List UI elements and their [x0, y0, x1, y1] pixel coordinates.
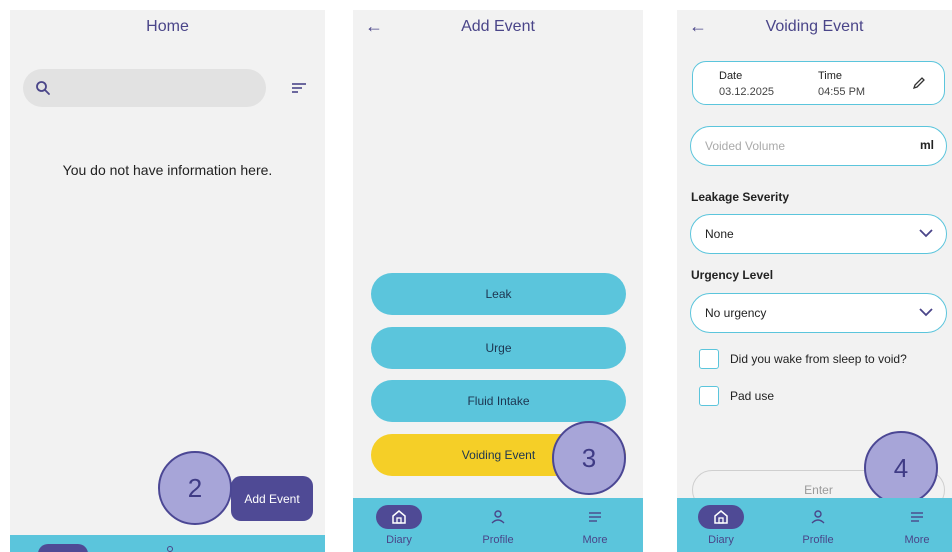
- chevron-down-icon: [919, 308, 933, 317]
- time-label: Time: [818, 70, 843, 82]
- time-value: 04:55 PM: [818, 86, 866, 98]
- menu-icon: [572, 505, 618, 529]
- add-event-button[interactable]: Add Event: [231, 476, 313, 521]
- profile-icon: [475, 505, 521, 529]
- profile-icon: [795, 505, 841, 529]
- date-time-card[interactable]: Date 03.12.2025 Time 04:55 PM: [692, 61, 945, 105]
- home-icon: [376, 505, 422, 529]
- nav-profile-label: Profile: [802, 534, 834, 546]
- bottom-nav: Diary Profile More: [677, 498, 952, 552]
- nav-diary-home-icon[interactable]: [38, 544, 88, 552]
- step-callout-3: 3: [552, 421, 626, 495]
- nav-profile[interactable]: Profile: [468, 498, 528, 552]
- leakage-severity-select[interactable]: None: [690, 214, 947, 254]
- nav-profile[interactable]: Profile: [788, 498, 848, 552]
- menu-icon: [894, 505, 940, 529]
- urgency-level-select[interactable]: No urgency: [690, 293, 947, 333]
- nav-more-label: More: [904, 534, 930, 546]
- chevron-down-icon: [919, 229, 933, 238]
- nav-profile-icon[interactable]: [167, 546, 173, 552]
- filter-icon[interactable]: [291, 82, 307, 94]
- leakage-severity-label: Leakage Severity: [691, 190, 790, 204]
- voiding-event-screen: ← Voiding Event Date 03.12.2025 Time 04:…: [677, 10, 952, 552]
- add-event-screen: ← Add Event Leak Urge Fluid Intake Voidi…: [353, 10, 643, 552]
- pad-use-checkbox-row[interactable]: Pad use: [699, 386, 774, 406]
- bottom-nav: Diary Profile More: [353, 498, 643, 552]
- wake-from-sleep-checkbox-row[interactable]: Did you wake from sleep to void?: [699, 349, 907, 369]
- fluid-intake-button[interactable]: Fluid Intake: [371, 380, 626, 422]
- leak-button[interactable]: Leak: [371, 273, 626, 315]
- empty-state-message: You do not have information here.: [62, 162, 273, 178]
- urge-button[interactable]: Urge: [371, 327, 626, 369]
- edit-icon[interactable]: [912, 76, 926, 90]
- date-value: 03.12.2025: [719, 86, 775, 98]
- nav-diary-label: Diary: [386, 534, 412, 546]
- step-callout-2: 2: [158, 451, 232, 525]
- nav-more[interactable]: More: [887, 498, 947, 552]
- voided-volume-input[interactable]: Voided Volume ml: [690, 126, 947, 166]
- nav-diary-label: Diary: [708, 534, 734, 546]
- leakage-severity-value: None: [705, 227, 734, 241]
- search-icon: [36, 81, 50, 95]
- nav-profile-label: Profile: [482, 534, 514, 546]
- voided-volume-placeholder: Voided Volume: [705, 139, 786, 153]
- home-screen: Home You do not have information here. A…: [10, 10, 325, 552]
- nav-diary[interactable]: Diary: [369, 498, 429, 552]
- page-title: Home: [146, 18, 189, 35]
- page-title: Voiding Event: [765, 18, 864, 35]
- nav-more-label: More: [582, 534, 608, 546]
- volume-unit: ml: [919, 138, 934, 152]
- step-callout-4: 4: [864, 431, 938, 505]
- pad-use-label: Pad use: [730, 389, 775, 403]
- date-label: Date: [719, 70, 743, 82]
- urgency-level-value: No urgency: [705, 306, 767, 320]
- nav-diary[interactable]: Diary: [691, 498, 751, 552]
- search-input[interactable]: [23, 69, 266, 107]
- page-title: Add Event: [461, 18, 535, 35]
- home-icon: [698, 505, 744, 529]
- pad-use-checkbox[interactable]: [699, 386, 719, 406]
- wake-from-sleep-checkbox[interactable]: [699, 349, 719, 369]
- nav-more[interactable]: More: [565, 498, 625, 552]
- urgency-level-label: Urgency Level: [691, 268, 774, 282]
- wake-from-sleep-label: Did you wake from sleep to void?: [730, 352, 907, 366]
